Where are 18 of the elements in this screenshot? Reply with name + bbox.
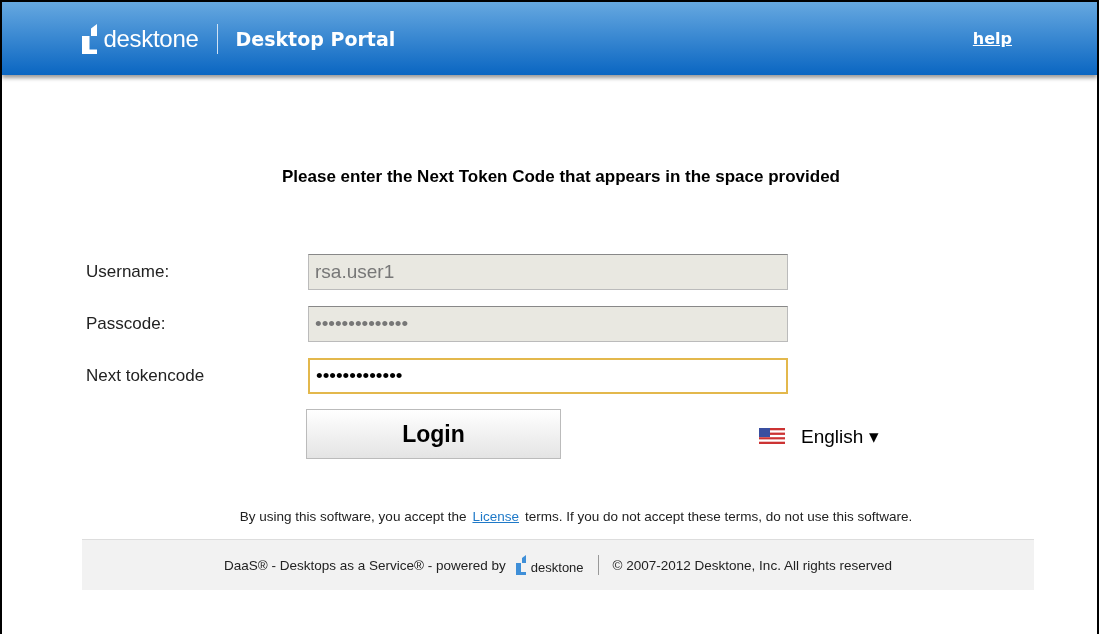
field-label: Username: (86, 262, 171, 282)
brand-name: desktone (103, 24, 199, 53)
brand-name: desktone (530, 560, 584, 575)
language-selector[interactable]: English ▾ (759, 420, 879, 448)
license-notice: By using this software, you accept the License terms. If you do not accept these terms, do not use this software. (238, 509, 914, 524)
copyright-text: © 2007-2012 Desktone, Inc. All rights reserved (612, 557, 892, 573)
license-link[interactable]: License (472, 509, 519, 524)
flag-icon (759, 428, 785, 444)
portal-title: Desktop Portal (235, 27, 396, 50)
logo-icon (82, 23, 99, 54)
tagline-text: DaaS® - Desktops as a Service® - powered by (224, 557, 506, 573)
input-field[interactable]: ••••••••••••• (308, 358, 788, 394)
help-link[interactable]: help (972, 29, 1012, 48)
field-label: Passcode: (86, 314, 167, 334)
login-button[interactable]: Login (306, 409, 561, 459)
field-label: Next tokencode (86, 366, 206, 386)
logo-icon (515, 555, 527, 575)
instruction-text: Please enter the Next Token Code that appears in the space provided (281, 167, 841, 187)
